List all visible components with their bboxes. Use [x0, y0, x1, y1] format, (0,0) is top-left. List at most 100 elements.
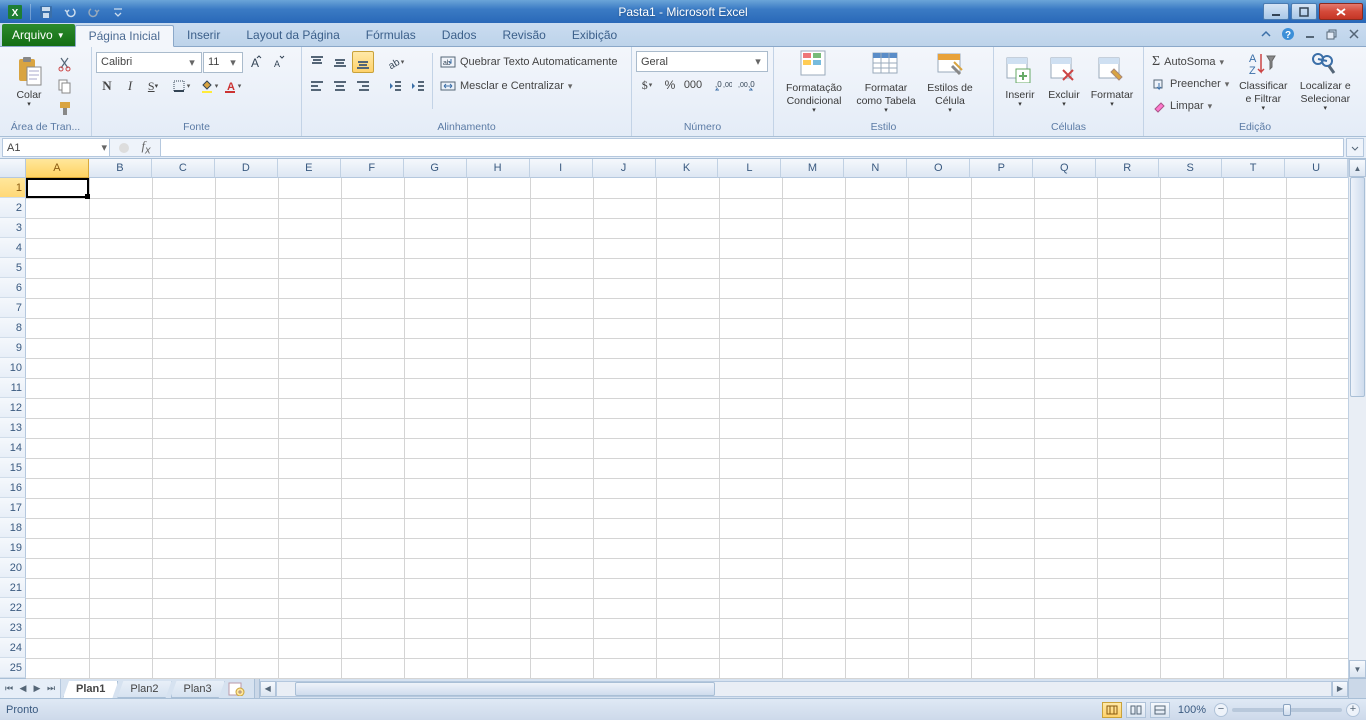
sheet-tab-plan3[interactable]: Plan3 [171, 681, 225, 698]
increase-indent-icon[interactable] [407, 75, 429, 97]
column-header-M[interactable]: M [781, 159, 844, 178]
accounting-format-icon[interactable]: $ [636, 74, 658, 96]
close-button[interactable] [1319, 3, 1363, 20]
expand-formula-bar-icon[interactable] [1346, 138, 1364, 157]
paste-button[interactable]: Colar▾ [4, 49, 54, 115]
row-header-19[interactable]: 19 [0, 538, 26, 558]
redo-icon[interactable] [83, 2, 105, 22]
column-header-C[interactable]: C [152, 159, 215, 178]
decrease-indent-icon[interactable] [384, 75, 406, 97]
hscroll-thumb[interactable] [295, 682, 715, 696]
align-top-icon[interactable] [306, 51, 328, 73]
underline-button[interactable]: S▾ [142, 75, 164, 97]
help-icon[interactable]: ? [1280, 26, 1296, 42]
zoom-slider-thumb[interactable] [1283, 704, 1291, 716]
column-header-A[interactable]: A [26, 159, 89, 178]
sheet-tab-plan2[interactable]: Plan2 [117, 681, 171, 698]
qat-customize-icon[interactable] [107, 2, 129, 22]
insert-function-icon[interactable]: fx [136, 139, 156, 157]
row-header-24[interactable]: 24 [0, 638, 26, 658]
row-header-17[interactable]: 17 [0, 498, 26, 518]
decrease-decimal-icon[interactable]: ,00,0 [735, 74, 757, 96]
hscroll-track[interactable] [276, 681, 1332, 697]
normal-view-button[interactable] [1102, 702, 1122, 718]
zoom-slider[interactable] [1232, 708, 1342, 712]
undo-icon[interactable] [59, 2, 81, 22]
tab-page-layout[interactable]: Layout da Página [233, 24, 352, 46]
format-painter-icon[interactable] [54, 97, 76, 119]
doc-restore-icon[interactable] [1324, 26, 1340, 42]
row-header-5[interactable]: 5 [0, 258, 26, 278]
column-header-E[interactable]: E [278, 159, 341, 178]
orientation-icon[interactable]: ab [384, 51, 406, 73]
insert-cells-button[interactable]: Inserir▾ [998, 49, 1042, 115]
delete-cells-button[interactable]: Excluir▾ [1042, 49, 1086, 115]
active-cell-cursor[interactable] [26, 178, 89, 198]
format-as-table-button[interactable]: Formatar como Tabela▾ [850, 49, 922, 115]
formula-input[interactable] [160, 138, 1344, 157]
font-name-combo[interactable]: Calibri▾ [96, 52, 202, 73]
maximize-button[interactable] [1291, 3, 1317, 20]
column-header-S[interactable]: S [1159, 159, 1222, 178]
bold-button[interactable]: N [96, 75, 118, 97]
row-header-18[interactable]: 18 [0, 518, 26, 538]
sheet-next-icon[interactable]: ▶ [30, 681, 44, 697]
row-header-11[interactable]: 11 [0, 378, 26, 398]
column-header-H[interactable]: H [467, 159, 530, 178]
select-all-corner[interactable] [0, 159, 26, 178]
column-header-R[interactable]: R [1096, 159, 1159, 178]
column-header-K[interactable]: K [656, 159, 719, 178]
row-header-15[interactable]: 15 [0, 458, 26, 478]
new-sheet-button[interactable] [224, 679, 248, 698]
sheet-last-icon[interactable]: ⏭ [44, 681, 58, 697]
row-header-21[interactable]: 21 [0, 578, 26, 598]
row-header-13[interactable]: 13 [0, 418, 26, 438]
row-header-4[interactable]: 4 [0, 238, 26, 258]
row-header-14[interactable]: 14 [0, 438, 26, 458]
autosum-button[interactable]: ΣAutoSoma▾ [1148, 51, 1233, 73]
column-header-U[interactable]: U [1285, 159, 1348, 178]
scroll-left-button[interactable]: ◀ [260, 681, 276, 697]
align-right-icon[interactable] [352, 75, 374, 97]
tab-insert[interactable]: Inserir [174, 24, 233, 46]
tab-data[interactable]: Dados [429, 24, 490, 46]
row-header-20[interactable]: 20 [0, 558, 26, 578]
align-left-icon[interactable] [306, 75, 328, 97]
row-header-12[interactable]: 12 [0, 398, 26, 418]
sheet-tab-plan1[interactable]: Plan1 [63, 681, 118, 698]
align-middle-icon[interactable] [329, 51, 351, 73]
row-header-6[interactable]: 6 [0, 278, 26, 298]
format-cells-button[interactable]: Formatar▾ [1086, 49, 1138, 115]
tab-home[interactable]: Página Inicial [75, 25, 174, 47]
column-header-O[interactable]: O [907, 159, 970, 178]
increase-decimal-icon[interactable]: ,0,00 [712, 74, 734, 96]
scroll-down-button[interactable]: ▼ [1349, 660, 1366, 678]
fill-color-button[interactable] [198, 75, 220, 97]
vscroll-thumb[interactable] [1350, 177, 1365, 397]
zoom-out-button[interactable]: − [1214, 703, 1228, 717]
tab-view[interactable]: Exibição [559, 24, 630, 46]
sheet-first-icon[interactable]: ⏮ [2, 681, 16, 697]
row-header-9[interactable]: 9 [0, 338, 26, 358]
zoom-in-button[interactable]: + [1346, 703, 1360, 717]
column-header-I[interactable]: I [530, 159, 593, 178]
fill-button[interactable]: Preencher▾ [1148, 73, 1233, 95]
save-icon[interactable] [35, 2, 57, 22]
row-header-23[interactable]: 23 [0, 618, 26, 638]
italic-button[interactable]: I [119, 75, 141, 97]
cut-icon[interactable] [54, 53, 76, 75]
clear-button[interactable]: Limpar▾ [1148, 95, 1233, 117]
column-header-L[interactable]: L [718, 159, 781, 178]
vscroll-track[interactable] [1349, 177, 1366, 660]
row-header-25[interactable]: 25 [0, 658, 26, 678]
page-layout-view-button[interactable] [1126, 702, 1146, 718]
column-header-J[interactable]: J [593, 159, 656, 178]
name-box-dropdown-icon[interactable]: ▾ [101, 141, 107, 154]
align-bottom-icon[interactable] [352, 51, 374, 73]
name-box[interactable]: A1▾ [2, 138, 110, 157]
column-header-Q[interactable]: Q [1033, 159, 1096, 178]
wrap-text-button[interactable]: abQuebrar Texto Automaticamente [436, 51, 622, 73]
row-header-2[interactable]: 2 [0, 198, 26, 218]
cells-area[interactable] [26, 178, 1348, 678]
scroll-right-button[interactable]: ▶ [1332, 681, 1348, 697]
